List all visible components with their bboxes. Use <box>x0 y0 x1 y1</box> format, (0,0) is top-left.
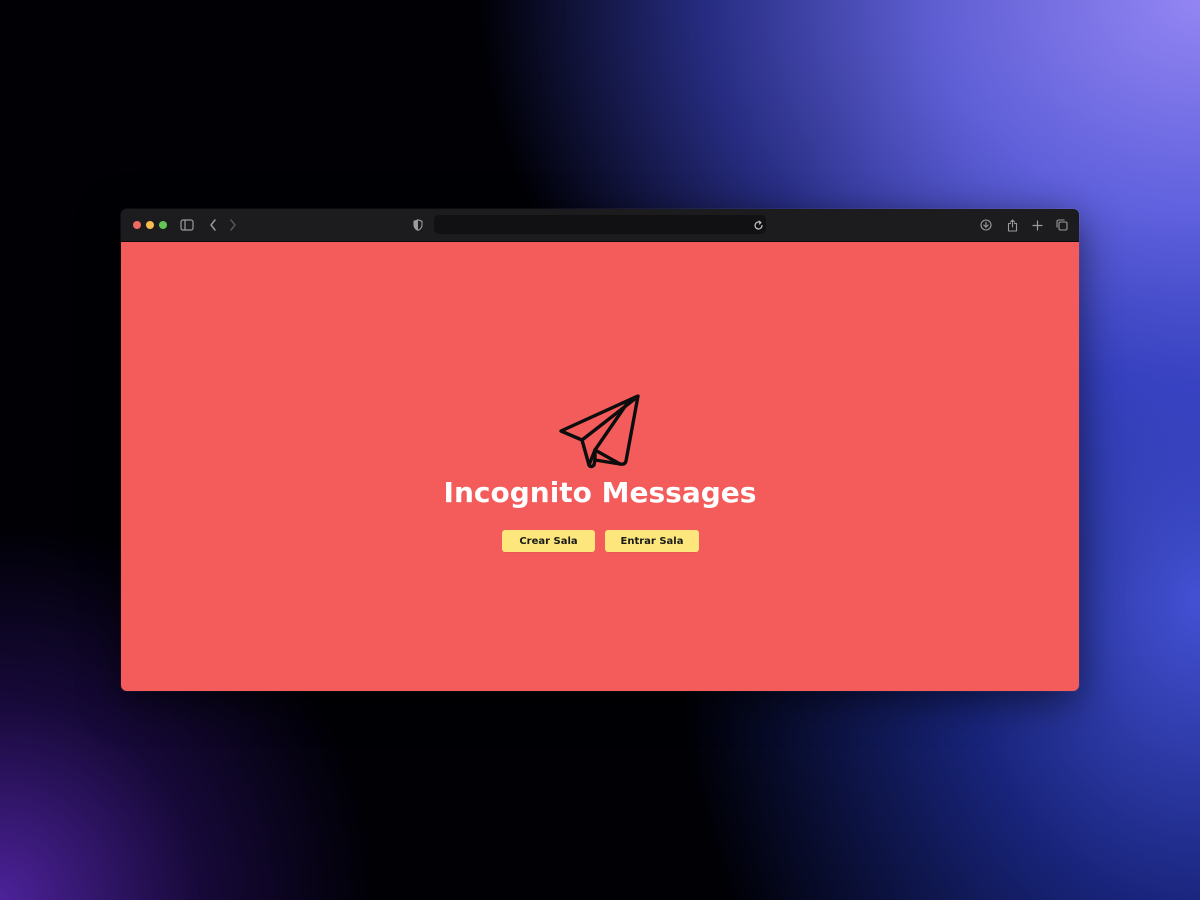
create-room-button[interactable]: Crear Sala <box>502 530 595 552</box>
address-bar[interactable] <box>434 215 766 234</box>
plus-icon[interactable] <box>1029 217 1045 233</box>
tabs-icon[interactable] <box>1054 217 1070 233</box>
join-room-button[interactable]: Entrar Sala <box>605 530 699 552</box>
chevron-right-icon[interactable] <box>225 217 241 233</box>
download-icon[interactable] <box>978 217 994 233</box>
close-window-button[interactable] <box>133 221 141 229</box>
shield-icon[interactable] <box>410 217 426 233</box>
reload-icon[interactable] <box>750 217 766 233</box>
chevron-left-icon[interactable] <box>205 217 221 233</box>
minimize-window-button[interactable] <box>146 221 154 229</box>
browser-window: Incognito Messages Crear Sala Entrar Sal… <box>121 209 1079 691</box>
sidebar-icon[interactable] <box>179 217 195 233</box>
browser-toolbar <box>121 209 1079 242</box>
zoom-window-button[interactable] <box>159 221 167 229</box>
page-content: Incognito Messages Crear Sala Entrar Sal… <box>121 242 1079 691</box>
page-title: Incognito Messages <box>443 476 757 509</box>
share-icon[interactable] <box>1004 217 1020 233</box>
paper-plane-icon <box>558 392 642 470</box>
